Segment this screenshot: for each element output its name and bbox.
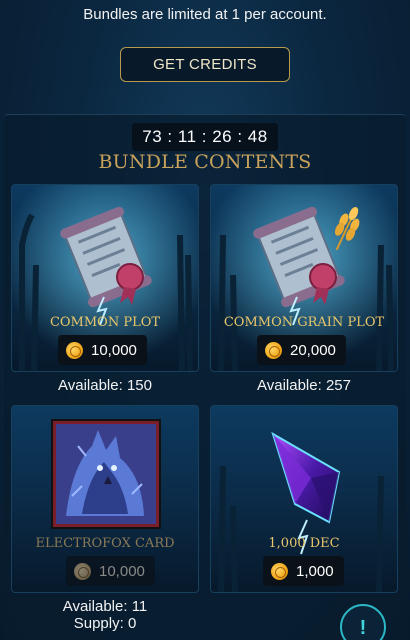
available-label: Available:: [257, 377, 322, 394]
card-name: ELECTROFOX CARD: [35, 536, 175, 551]
price-value: 10,000: [99, 562, 145, 580]
card-electrofox[interactable]: ELECTROFOX CARD 10,000: [11, 405, 199, 593]
card-dec[interactable]: 1,000 DEC 1,000: [210, 405, 398, 593]
card-name: COMMON GRAIN PLOT: [223, 315, 385, 330]
price-tag: 1,000: [263, 556, 344, 586]
card-common-plot[interactable]: COMMON PLOT 10,000: [11, 184, 199, 372]
countdown-timer: 73 : 11 : 26 : 48: [132, 123, 278, 151]
price-value: 20,000: [290, 341, 336, 359]
price-value: 1,000: [296, 562, 334, 580]
exclamation-icon: !: [359, 617, 367, 639]
price-tag: 10,000: [66, 556, 155, 586]
credits-coin-icon: [74, 562, 91, 580]
available-count: 150: [126, 377, 152, 394]
availability-common-grain-plot: Available: 257: [210, 377, 398, 394]
available-label: Available:: [58, 377, 123, 394]
availability-electrofox: Available: 11: [11, 598, 199, 615]
available-count: 257: [325, 377, 351, 394]
bundle-notice: Bundles are limited at 1 per account.: [83, 6, 327, 23]
credits-coin-icon: [265, 341, 282, 359]
credits-coin-icon: [271, 562, 288, 580]
available-count: 11: [131, 598, 148, 615]
price-value: 10,000: [91, 341, 137, 359]
card-common-grain-plot[interactable]: COMMON GRAIN PLOT 20,000: [210, 184, 398, 372]
supply-label: Supply:: [73, 615, 124, 632]
supply-count: 0: [127, 615, 137, 632]
card-name: 1,000 DEC: [268, 536, 340, 551]
available-label: Available:: [62, 598, 128, 615]
price-tag: 10,000: [58, 335, 147, 365]
price-tag: 20,000: [257, 335, 346, 365]
card-name: COMMON PLOT: [49, 315, 161, 330]
bundle-contents-title: BUNDLE CONTENTS: [98, 151, 312, 173]
supply-electrofox: Supply: 0: [11, 615, 199, 632]
get-credits-button[interactable]: GET CREDITS: [120, 47, 290, 82]
availability-common-plot: Available: 150: [11, 377, 199, 394]
credits-coin-icon: [66, 341, 83, 359]
